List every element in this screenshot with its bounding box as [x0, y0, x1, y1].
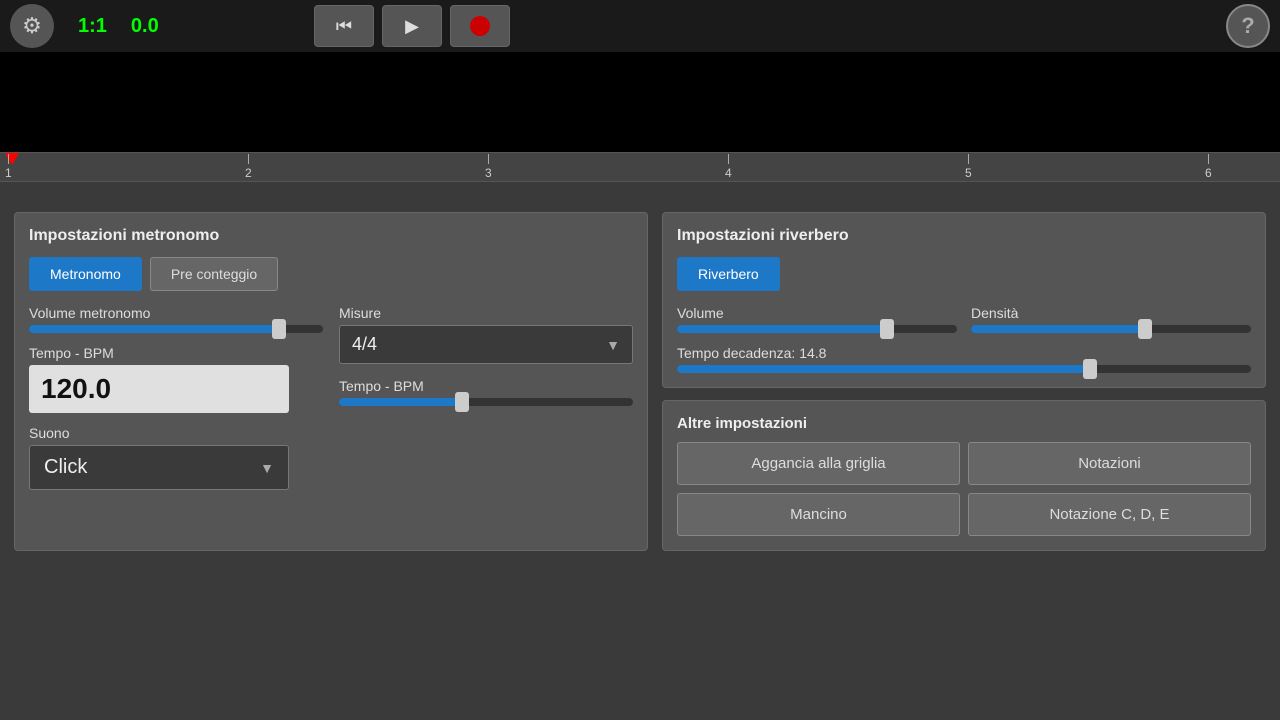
rewind-icon: ⏮ [336, 16, 352, 37]
position-display: 1:1 0.0 [64, 11, 244, 42]
ruler-mark-1: 1 [5, 154, 12, 180]
position-bar: 1:1 [78, 15, 107, 38]
tab-metronome[interactable]: Metronomo [29, 257, 142, 291]
reverb-decay-fill [677, 365, 1090, 373]
gear-icon: ⚙ [22, 13, 42, 39]
metronome-left: Volume metronomo Tempo - BPM 120.0 Suono… [29, 305, 323, 490]
bpm-input[interactable]: 120.0 [29, 365, 289, 413]
ruler-mark-2: 2 [245, 154, 252, 180]
reverb-volume-fill [677, 325, 887, 333]
lefthanded-button[interactable]: Mancino [677, 493, 960, 536]
volume-metronome-slider[interactable] [29, 325, 323, 333]
notation-cde-button[interactable]: Notazione C, D, E [968, 493, 1251, 536]
reverb-density-control: Densità [971, 305, 1251, 333]
sound-control: Suono Click ▼ [29, 425, 323, 490]
play-button[interactable]: ▶ [382, 5, 442, 47]
bpm-slider-thumb[interactable] [455, 392, 469, 412]
volume-metronome-control: Volume metronomo [29, 305, 323, 333]
ruler-mark-5: 5 [965, 154, 972, 180]
reverb-density-slider[interactable] [971, 325, 1251, 333]
help-icon: ? [1241, 13, 1254, 39]
gear-button[interactable]: ⚙ [10, 4, 54, 48]
measures-value: 4/4 [352, 334, 377, 355]
reverb-density-label: Densità [971, 305, 1251, 321]
reverb-density-fill [971, 325, 1145, 333]
reverb-decay-label: Tempo decadenza: 14.8 [677, 345, 1251, 361]
metronome-panel-title: Impostazioni metronomo [29, 227, 633, 245]
notations-button[interactable]: Notazioni [968, 442, 1251, 485]
reverb-tabs: Riverbero [677, 257, 1251, 291]
metronome-inner: Volume metronomo Tempo - BPM 120.0 Suono… [29, 305, 633, 490]
help-button[interactable]: ? [1226, 4, 1270, 48]
waveform-area [0, 52, 1280, 152]
other-settings-title: Altre impostazioni [677, 415, 1251, 432]
ruler-mark-3: 3 [485, 154, 492, 180]
metronome-right: Misure 4/4 ▼ Tempo - BPM [339, 305, 633, 490]
reverb-volume-thumb[interactable] [880, 319, 894, 339]
reverb-density-thumb[interactable] [1138, 319, 1152, 339]
reverb-panel: Impostazioni riverbero Riverbero Volume … [662, 212, 1266, 388]
play-icon: ▶ [405, 16, 419, 37]
tab-precount[interactable]: Pre conteggio [150, 257, 278, 291]
tab-reverb[interactable]: Riverbero [677, 257, 780, 291]
main-content: Impostazioni metronomo Metronomo Pre con… [0, 202, 1280, 561]
rewind-button[interactable]: ⏮ [314, 5, 374, 47]
bpm-label-right: Tempo - BPM [339, 378, 633, 394]
ruler-mark-6: 6 [1205, 154, 1212, 180]
transport-buttons: ⏮ ▶ [314, 5, 510, 47]
bpm-slider-fill [339, 398, 462, 406]
reverb-volume-control: Volume [677, 305, 957, 333]
metronome-panel: Impostazioni metronomo Metronomo Pre con… [14, 212, 648, 551]
bpm-control: Tempo - BPM 120.0 [29, 345, 323, 413]
reverb-panel-title: Impostazioni riverbero [677, 227, 1251, 245]
reverb-volume-slider[interactable] [677, 325, 957, 333]
position-time: 0.0 [131, 15, 159, 38]
timeline-ruler[interactable]: 1 2 3 4 5 6 [0, 152, 1280, 182]
ruler-mark-4: 4 [725, 154, 732, 180]
measures-control: Misure 4/4 ▼ [339, 305, 633, 364]
measures-label: Misure [339, 305, 633, 321]
measures-dropdown[interactable]: 4/4 ▼ [339, 325, 633, 364]
reverb-decay-thumb[interactable] [1083, 359, 1097, 379]
bpm-slider[interactable] [339, 398, 633, 406]
sound-dropdown-arrow: ▼ [260, 460, 274, 476]
record-button[interactable] [450, 5, 510, 47]
sound-label: Suono [29, 425, 323, 441]
reverb-decay-slider[interactable] [677, 365, 1251, 373]
snap-to-grid-button[interactable]: Aggancia alla griglia [677, 442, 960, 485]
bpm-label-left: Tempo - BPM [29, 345, 323, 361]
volume-metronome-thumb[interactable] [272, 319, 286, 339]
other-settings-buttons: Aggancia alla griglia Notazioni Mancino … [677, 442, 1251, 536]
top-bar: ⚙ 1:1 0.0 ⏮ ▶ ? [0, 0, 1280, 52]
reverb-volume-label: Volume [677, 305, 957, 321]
measures-dropdown-arrow: ▼ [606, 337, 620, 353]
record-icon [470, 16, 490, 36]
reverb-controls: Volume Densità [677, 305, 1251, 333]
bpm-slider-control: Tempo - BPM [339, 378, 633, 406]
ruler-inner: 1 2 3 4 5 6 [0, 153, 1280, 181]
spacer [0, 182, 1280, 202]
right-panel: Impostazioni riverbero Riverbero Volume … [662, 212, 1266, 551]
volume-metronome-fill [29, 325, 279, 333]
sound-dropdown[interactable]: Click ▼ [29, 445, 289, 490]
other-settings-panel: Altre impostazioni Aggancia alla griglia… [662, 400, 1266, 551]
reverb-decay-control: Tempo decadenza: 14.8 [677, 345, 1251, 373]
metronome-tabs: Metronomo Pre conteggio [29, 257, 633, 291]
sound-value: Click [44, 456, 87, 479]
